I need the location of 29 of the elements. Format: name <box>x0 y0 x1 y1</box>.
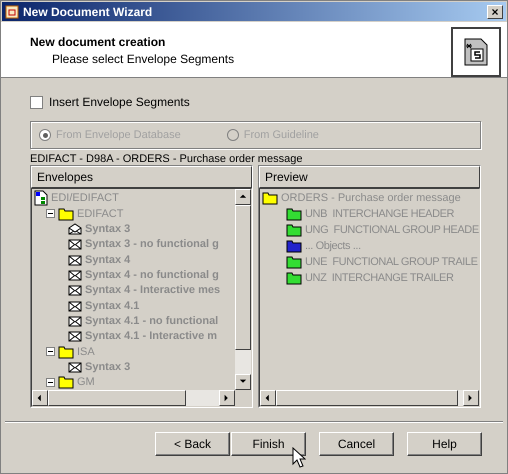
envelope-icon <box>68 314 82 327</box>
envelope-icon <box>68 254 82 266</box>
folder-icon <box>58 344 74 359</box>
open-envelope-icon <box>68 222 82 235</box>
app-icon <box>5 4 19 18</box>
wizard-button[interactable]: Cancel <box>319 432 394 456</box>
envelope-icon <box>68 330 82 342</box>
envelope-icon <box>68 360 82 373</box>
cursor-icon <box>292 447 306 469</box>
envelope-icon <box>68 284 82 296</box>
window-title: New Document Wizard <box>23 4 154 18</box>
header-subtitle: Please select Envelope Segments <box>51 52 234 66</box>
close-button[interactable]: × <box>487 4 503 18</box>
wizard-button[interactable]: Finish <box>231 432 306 456</box>
envelope-icon <box>68 268 82 281</box>
checkbox-label: Insert Envelope Segments <box>49 95 190 109</box>
arrow-icon <box>36 394 44 402</box>
header-title: New document creation <box>30 35 166 49</box>
tree-root-icon <box>34 190 48 206</box>
folder-icon <box>58 206 74 221</box>
arrow-icon <box>239 193 247 201</box>
envelope-icon <box>68 238 82 250</box>
insert-checkbox[interactable] <box>30 96 43 108</box>
message-label: EDIFACT - D98A - ORDERS - Purchase order message <box>30 153 304 165</box>
arrow-icon <box>264 394 272 402</box>
scrollbar-corner <box>235 390 251 406</box>
envelope-icon <box>68 300 82 312</box>
wizard-button[interactable]: < Back <box>155 432 230 456</box>
wizard-button[interactable]: Help <box>407 432 482 456</box>
